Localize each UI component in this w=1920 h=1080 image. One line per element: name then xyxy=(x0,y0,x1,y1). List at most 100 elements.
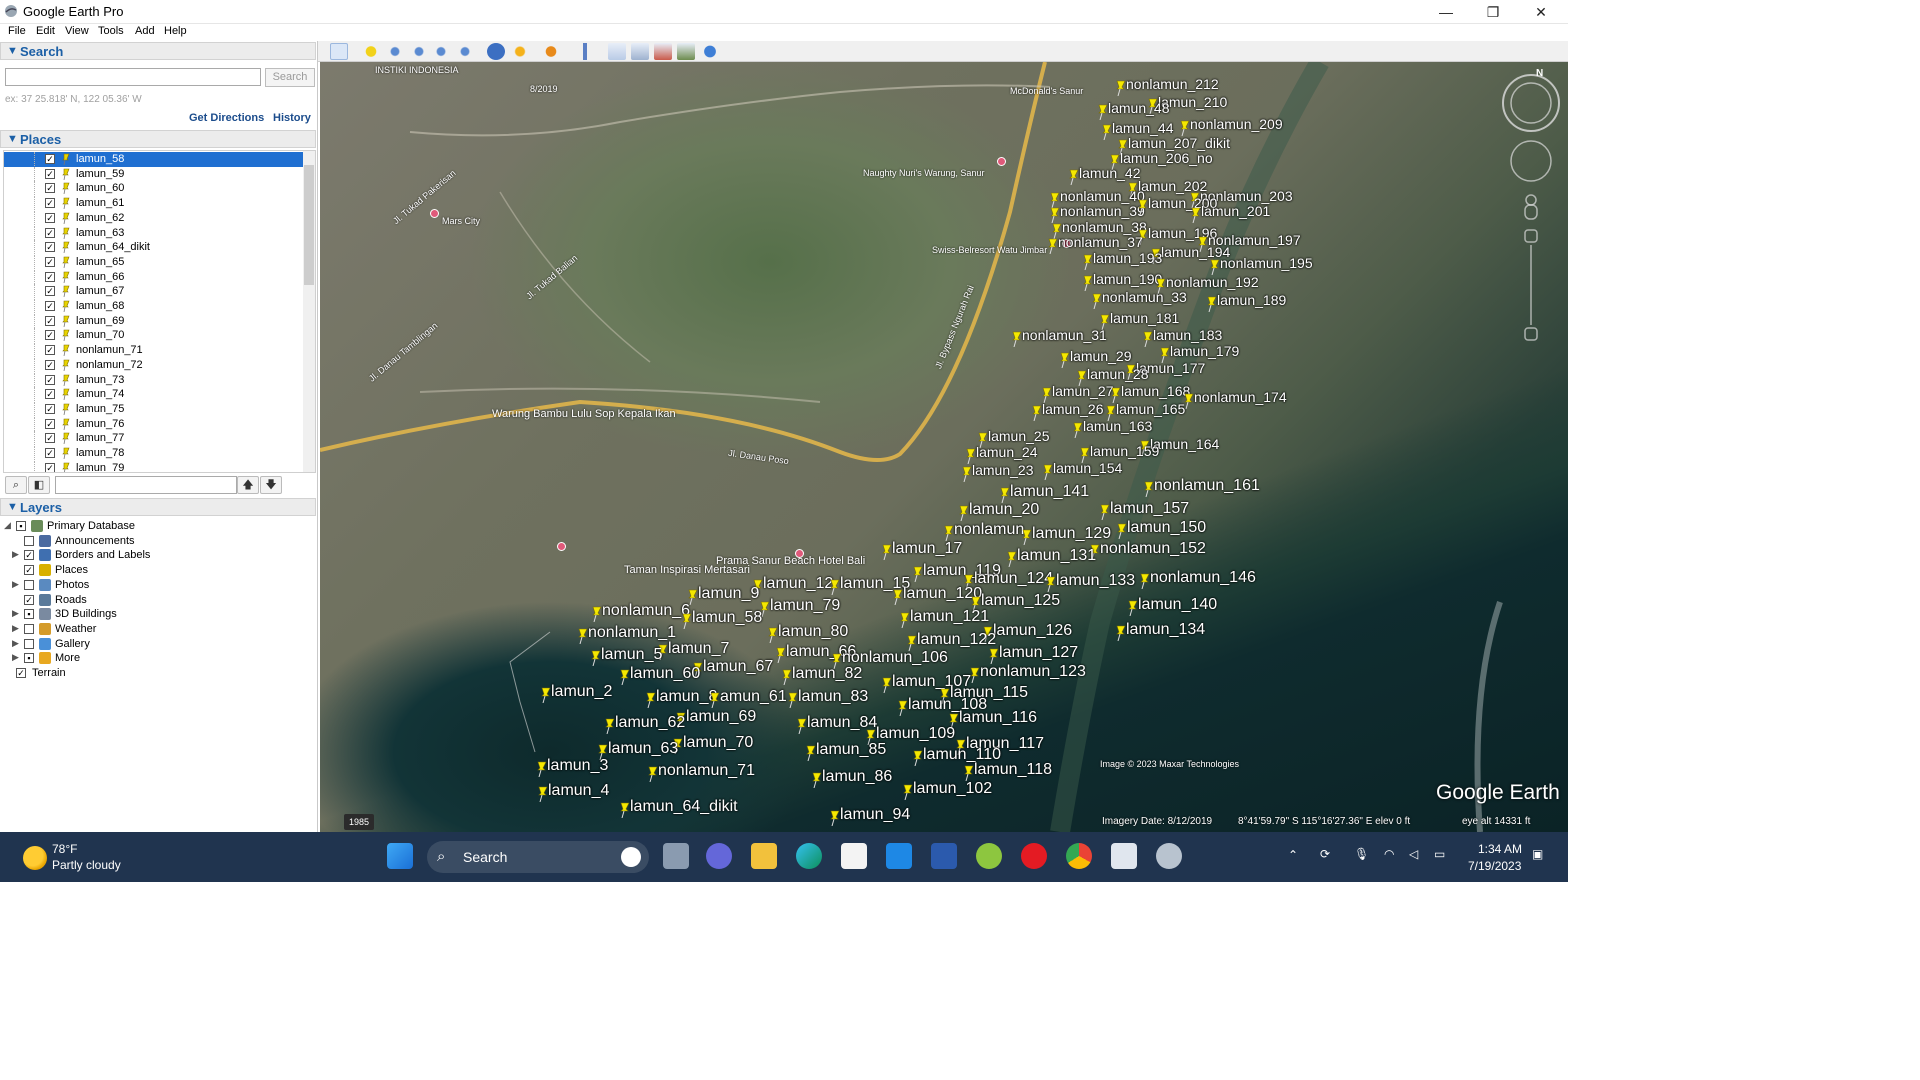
place-item[interactable]: ✓ lamun_61 xyxy=(4,196,304,211)
placemark-label[interactable]: lamun_140 xyxy=(1138,596,1217,614)
placemark-label[interactable]: lamun_25 xyxy=(988,428,1050,444)
place-checkbox[interactable]: ✓ xyxy=(45,374,55,385)
collapse-triangle-icon[interactable]: ▼ xyxy=(7,45,18,57)
planets-icon[interactable] xyxy=(542,43,560,60)
poi-marker-icon[interactable] xyxy=(430,209,439,218)
placemark-label[interactable]: lamun_83 xyxy=(798,688,868,706)
get-directions-link[interactable]: Get Directions xyxy=(189,112,264,124)
close-button[interactable]: ✕ xyxy=(1518,0,1564,24)
volume-icon[interactable]: ◁ xyxy=(1409,847,1418,861)
place-checkbox[interactable]: ✓ xyxy=(45,198,55,209)
placemark-label[interactable]: lamun_102 xyxy=(913,780,992,798)
place-item[interactable]: ✓ lamun_69 xyxy=(4,313,304,329)
placemark-label[interactable]: nonlamun_71 xyxy=(658,762,755,780)
placemark-label[interactable]: lamun_179 xyxy=(1170,343,1239,359)
placemark-label[interactable]: nonlamun_152 xyxy=(1100,540,1206,558)
placemark-label[interactable]: lamun_207_dikit xyxy=(1128,135,1230,151)
place-item[interactable]: ✓ lamun_66 xyxy=(4,269,304,285)
placemark-label[interactable]: lamun_24 xyxy=(976,444,1038,460)
placemark-label[interactable]: lamun_5 xyxy=(601,646,662,664)
map-view[interactable]: INSTIKI INDONESIA 8/2019 McDonald's Sanur M… xyxy=(320,62,1568,832)
move-up-icon[interactable]: 🡅 xyxy=(237,476,259,494)
polygon-tool-icon[interactable] xyxy=(386,43,404,60)
placemark-label[interactable]: lamun_206_no xyxy=(1120,150,1213,166)
clock-date[interactable]: 7/19/2023 xyxy=(1468,859,1521,873)
placemark-label[interactable]: lamun_86 xyxy=(822,768,892,786)
placemark-label[interactable]: lamun_131 xyxy=(1017,547,1096,565)
placemark-label[interactable]: lamun_126 xyxy=(993,622,1072,640)
placemark-label[interactable]: nonlamun_192 xyxy=(1166,274,1259,290)
opera-icon[interactable] xyxy=(1021,843,1047,869)
places-section-header[interactable]: ▼ Places xyxy=(0,130,316,148)
layer-checkbox[interactable] xyxy=(24,535,34,546)
placemark-label[interactable]: lamun_4 xyxy=(548,782,609,800)
placemark-label[interactable]: lamun_3 xyxy=(547,757,608,775)
layer-checkbox[interactable]: ✓ xyxy=(24,550,34,561)
layer-item[interactable]: ▶ Gallery xyxy=(4,637,304,652)
navigation-controls[interactable]: N xyxy=(1501,68,1561,350)
placemark-label[interactable]: nonlamun_38 xyxy=(1062,219,1147,235)
placemark-label[interactable]: lamun_29 xyxy=(1070,348,1132,364)
place-item[interactable]: ✓ lamun_77 xyxy=(4,431,304,446)
placemark-label[interactable]: nonlamun_40 xyxy=(1060,188,1145,204)
store-icon[interactable] xyxy=(841,843,867,869)
layer-checkbox[interactable] xyxy=(24,638,34,649)
history-link[interactable]: History xyxy=(273,112,311,124)
place-item[interactable]: ✓ lamun_62 xyxy=(4,210,304,226)
placemark-label[interactable]: lamun_116 xyxy=(959,709,1037,727)
restore-button[interactable]: ❐ xyxy=(1470,0,1516,24)
menu-edit[interactable]: Edit xyxy=(36,25,55,37)
place-item[interactable]: ✓ lamun_78 xyxy=(4,446,304,461)
menu-tools[interactable]: Tools xyxy=(98,25,124,37)
layer-item[interactable]: ▶ ▪ More xyxy=(4,651,304,666)
placemark-label[interactable]: lamun_189 xyxy=(1217,292,1286,308)
placemark-label[interactable]: nonlamun_161 xyxy=(1154,477,1260,495)
place-item[interactable]: ✓ lamun_75 xyxy=(4,401,304,417)
place-checkbox[interactable]: ✓ xyxy=(45,462,55,472)
place-item[interactable]: ✓ lamun_68 xyxy=(4,299,304,314)
place-item[interactable]: ✓ nonlamun_72 xyxy=(4,357,304,373)
place-checkbox[interactable]: ✓ xyxy=(45,242,55,253)
placemark-label[interactable]: amun_61 xyxy=(720,688,787,706)
google-earth-taskbar-icon[interactable] xyxy=(1156,843,1182,869)
placemark-label[interactable]: lamun_80 xyxy=(778,623,848,641)
place-item[interactable]: ✓ lamun_64_dikit xyxy=(4,240,304,255)
placemark-label[interactable]: lamun_48 xyxy=(1108,100,1170,116)
placemark-label[interactable]: nonlamun_1 xyxy=(588,624,676,642)
placemark-label[interactable]: lamun_190 xyxy=(1093,271,1162,287)
place-checkbox[interactable]: ✓ xyxy=(45,286,55,297)
placemark-label[interactable]: nonlamun xyxy=(954,521,1024,539)
place-item[interactable]: ✓ lamun_60 xyxy=(4,181,304,196)
menu-help[interactable]: Help xyxy=(164,25,187,37)
place-item[interactable]: ✓ nonlamun_71 xyxy=(4,343,304,358)
path-tool-icon[interactable] xyxy=(410,43,428,60)
place-checkbox[interactable]: ✓ xyxy=(45,359,55,370)
placemark-label[interactable]: lamun_60 xyxy=(630,665,700,683)
placemark-label[interactable]: nonlamun_31 xyxy=(1022,327,1107,343)
place-checkbox[interactable]: ✓ xyxy=(45,271,55,282)
place-checkbox[interactable]: ✓ xyxy=(45,168,55,179)
layer-item[interactable]: ▶ Photos xyxy=(4,578,304,593)
place-checkbox[interactable]: ✓ xyxy=(45,154,55,164)
placemark-label[interactable]: lamun_79 xyxy=(770,597,840,615)
placemark-label[interactable]: nonlamun_195 xyxy=(1220,255,1313,271)
search-section-header[interactable]: ▼ Search xyxy=(0,42,316,60)
place-item[interactable]: ✓ lamun_73 xyxy=(4,372,304,388)
placemark-label[interactable]: lamun_70 xyxy=(683,734,753,752)
placemark-label[interactable]: lamun_124 xyxy=(974,570,1053,588)
layer-checkbox[interactable] xyxy=(24,623,34,634)
place-checkbox[interactable]: ✓ xyxy=(45,418,55,429)
placemark-label[interactable]: lamun_134 xyxy=(1126,621,1205,639)
tour-record-icon[interactable] xyxy=(456,43,474,60)
placemark-label[interactable]: lamun_122 xyxy=(917,631,996,649)
placemark-label[interactable]: lamun_127 xyxy=(999,644,1078,662)
layer-item[interactable]: ✓ Terrain xyxy=(4,666,304,681)
layer-checkbox[interactable]: ▪ xyxy=(24,653,34,664)
tray-chevron-icon[interactable]: ⌃ xyxy=(1288,848,1298,862)
place-item[interactable]: ✓ lamun_67 xyxy=(4,284,304,299)
place-checkbox[interactable]: ✓ xyxy=(45,403,55,414)
placemark-label[interactable]: lamun_12 xyxy=(763,575,833,593)
start-button-icon[interactable] xyxy=(387,843,413,869)
placemark-label[interactable]: lamun_9 xyxy=(698,585,759,603)
expand-arrow-icon[interactable]: ▶ xyxy=(12,638,22,649)
